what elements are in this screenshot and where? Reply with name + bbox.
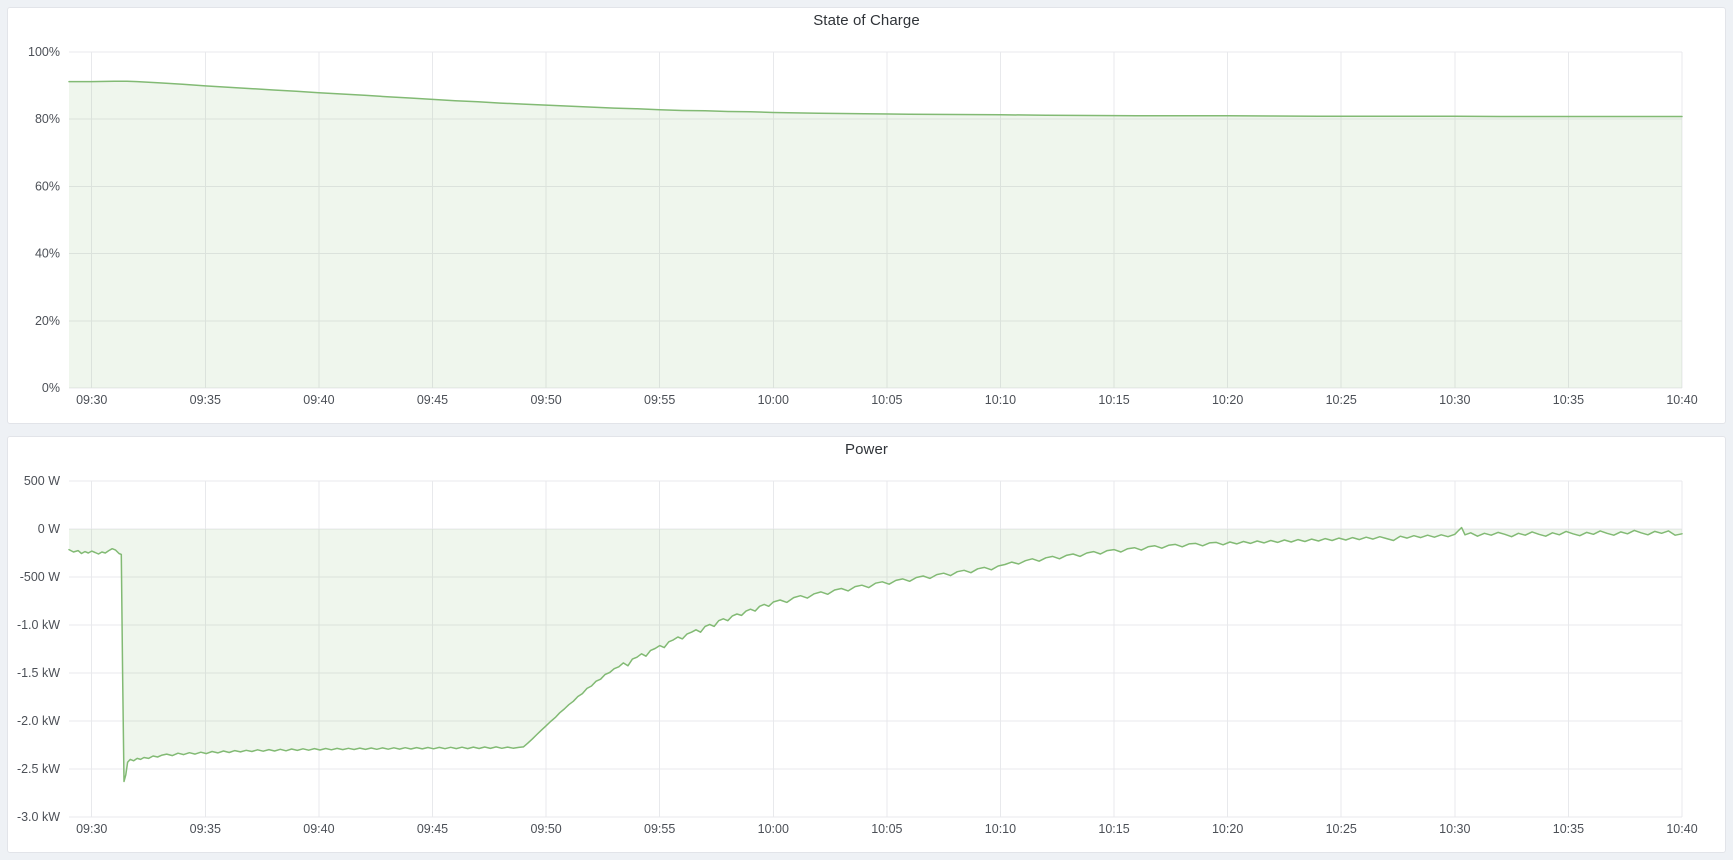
x-tick-label: 10:40 [1666,393,1697,407]
series-area [69,528,1682,782]
x-tick-label: 10:05 [871,822,902,836]
x-tick-label: 09:55 [644,822,675,836]
y-tick-label: 40% [35,247,60,261]
y-tick-label: -1.0 kW [17,618,60,632]
x-tick-label: 10:25 [1326,822,1357,836]
y-tick-label: -3.0 kW [17,810,60,824]
panel-power: Power 500 W 0 W -500 W -1.0 kW -1.5 kW -2.0 k… [7,436,1726,853]
x-tick-label: 10:20 [1212,393,1243,407]
x-tick-label: 09:30 [76,822,107,836]
x-tick-label: 10:10 [985,393,1016,407]
panel-title[interactable]: Power [8,437,1725,461]
x-tick-label: 10:35 [1553,393,1584,407]
panel-title[interactable]: State of Charge [8,8,1725,32]
x-tick-label: 10:25 [1326,393,1357,407]
y-axis: 100% 80% 60% 40% 20% 0% [28,45,60,395]
x-tick-label: 09:45 [417,822,448,836]
x-axis: 09:30 09:35 09:40 09:45 09:50 09:55 10:00 10:05… [76,822,1698,836]
y-axis: 500 W 0 W -500 W -1.0 kW -1.5 kW -2.0 kW -2.5 … [17,474,60,824]
x-tick-label: 10:30 [1439,393,1470,407]
x-tick-label: 09:55 [644,393,675,407]
x-axis: 09:30 09:35 09:40 09:45 09:50 09:55 10:00 10:05… [76,393,1698,407]
x-tick-label: 09:50 [530,393,561,407]
y-tick-label: 100% [28,45,60,59]
y-tick-label: 20% [35,314,60,328]
x-tick-label: 09:35 [190,822,221,836]
x-tick-label: 09:40 [303,393,334,407]
x-tick-label: 10:10 [985,822,1016,836]
x-tick-label: 10:35 [1553,822,1584,836]
x-tick-label: 10:05 [871,393,902,407]
power-chart[interactable]: 500 W 0 W -500 W -1.0 kW -1.5 kW -2.0 kW -2.5 … [8,461,1725,846]
soc-chart[interactable]: 100%80%60%40%20%0%09:3009:3509:4009:4509… [8,32,1725,417]
y-tick-label: -1.5 kW [17,666,60,680]
x-tick-label: 10:00 [758,393,789,407]
x-tick-label: 10:40 [1666,822,1697,836]
y-tick-label: -2.5 kW [17,762,60,776]
x-tick-label: 09:40 [303,822,334,836]
x-tick-label: 10:30 [1439,822,1470,836]
y-tick-label: 500 W [24,474,60,488]
y-tick-label: -2.0 kW [17,714,60,728]
series-area [69,81,1682,388]
x-tick-label: 10:15 [1098,393,1129,407]
x-tick-label: 09:30 [76,393,107,407]
y-tick-label: 0% [42,381,60,395]
panel-state-of-charge: State of Charge 100%80%60%40%20%0%09:300… [7,7,1726,424]
y-tick-label: 80% [35,112,60,126]
x-tick-label: 09:50 [530,822,561,836]
x-tick-label: 09:45 [417,393,448,407]
y-tick-label: -500 W [20,570,60,584]
x-tick-label: 09:35 [190,393,221,407]
x-tick-label: 10:00 [758,822,789,836]
y-tick-label: 0 W [38,522,60,536]
y-tick-label: 60% [35,179,60,193]
x-tick-label: 10:20 [1212,822,1243,836]
x-tick-label: 10:15 [1098,822,1129,836]
